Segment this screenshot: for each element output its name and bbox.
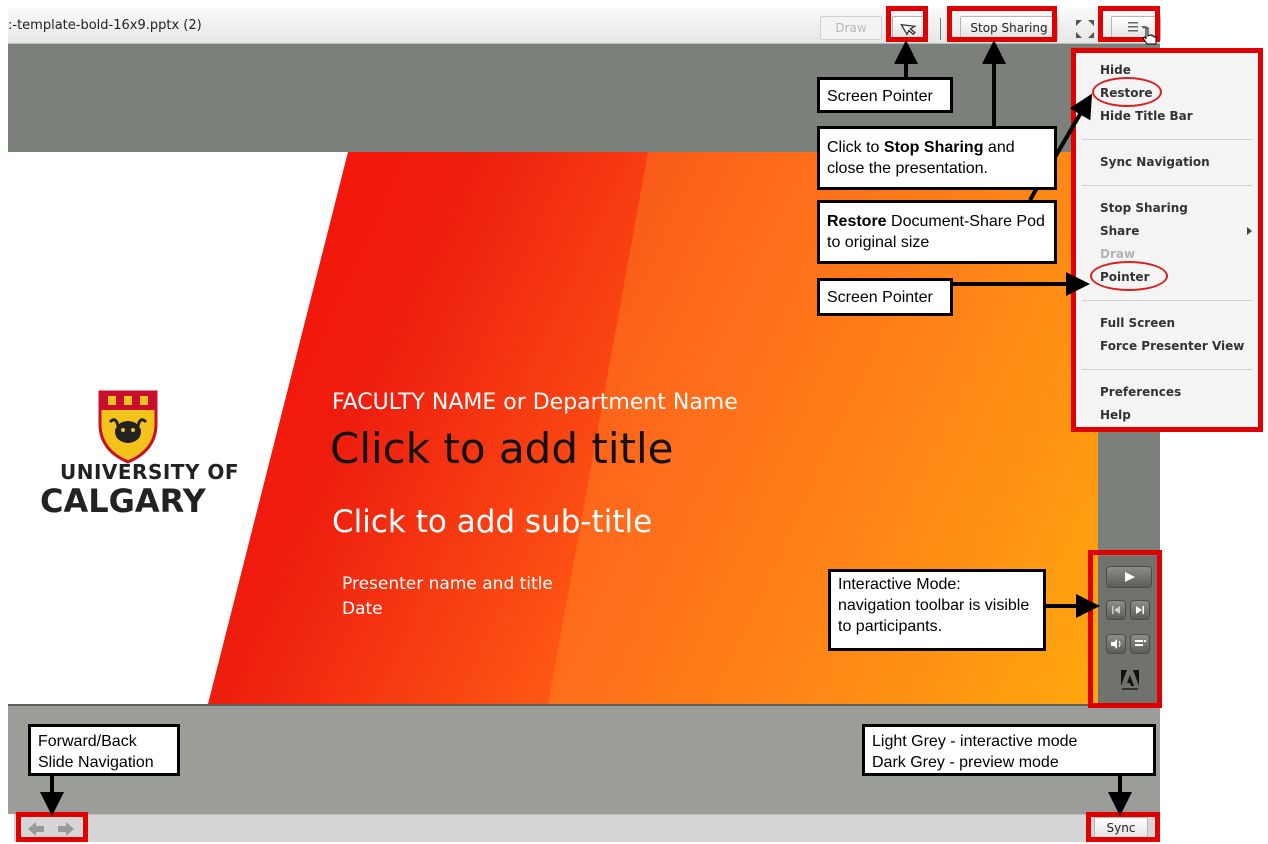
callout-grey-line2: Dark Grey - preview mode — [872, 754, 1059, 771]
menu-item-hide-title-bar[interactable]: Hide Title Bar — [1100, 109, 1193, 123]
slide-date: Date — [342, 599, 383, 619]
callout-grey-line1: Light Grey - interactive mode — [872, 733, 1078, 750]
pod-bottom-bar — [14, 814, 1160, 842]
menu-item-stop-sharing[interactable]: Stop Sharing — [1100, 201, 1188, 215]
menu-item-full-screen[interactable]: Full Screen — [1100, 316, 1175, 330]
slide-presenter: Presenter name and title — [342, 574, 553, 594]
document-title: :-template-bold-16x9.pptx (2) — [8, 18, 202, 33]
callout-stop-pre: Click to — [827, 139, 884, 156]
menu-separator — [1082, 369, 1252, 370]
menu-separator — [1082, 139, 1252, 140]
fullscreen-icon[interactable] — [1074, 18, 1096, 40]
menu-item-draw: Draw — [1100, 247, 1136, 261]
menu-item-hide[interactable]: Hide — [1100, 63, 1131, 77]
menu-item-force-presenter-view[interactable]: Force Presenter View — [1100, 339, 1244, 353]
callout-forward-back: Forward/Back Slide Navigation — [28, 724, 180, 776]
callout-grey-modes: Light Grey - interactive mode Dark Grey … — [862, 724, 1156, 776]
menu-separator — [1082, 300, 1252, 301]
callout-screen-pointer-mid: Screen Pointer — [817, 278, 953, 316]
callout-interactive-mode: Interactive Mode: navigation toolbar is … — [828, 569, 1046, 651]
submenu-arrow-icon — [1247, 227, 1252, 235]
university-crest-logo — [98, 390, 158, 464]
menu-item-sync-navigation[interactable]: Sync Navigation — [1100, 155, 1210, 169]
sync-button-highlight — [1086, 812, 1160, 842]
university-name-line1: UNIVERSITY OF — [60, 460, 240, 484]
stop-sharing-highlight — [947, 6, 1057, 42]
callout-restore: Restore Document-Share Pod to original s… — [817, 200, 1057, 264]
callout-screen-pointer-top: Screen Pointer — [817, 77, 953, 113]
slide-subtitle: Click to add sub-title — [332, 504, 653, 540]
menu-item-help[interactable]: Help — [1100, 408, 1131, 422]
university-name-line2: CALGARY — [40, 482, 206, 520]
draw-button[interactable]: Draw — [820, 16, 882, 40]
slide-presenter-block: Presenter name and title Date — [342, 572, 553, 622]
hand-cursor-icon — [1142, 27, 1157, 45]
slide-title: Click to add title — [330, 424, 674, 473]
pointer-button-highlight — [886, 6, 928, 42]
callout-stop-sharing: Click to Stop Sharing and close the pres… — [817, 126, 1057, 190]
pod-options-menu: Hide Restore Hide Title Bar Sync Navigat… — [1071, 48, 1263, 432]
menu-item-share[interactable]: Share — [1100, 224, 1139, 238]
nav-arrows-highlight — [16, 812, 88, 842]
restore-highlight-oval — [1092, 77, 1162, 107]
menu-item-preferences[interactable]: Preferences — [1100, 385, 1181, 399]
slide-faculty-text: FACULTY NAME or Department Name — [332, 390, 738, 415]
callout-restore-bold: Restore — [827, 213, 887, 230]
menu-separator — [1082, 185, 1252, 186]
toolbar-divider — [940, 18, 941, 40]
pointer-highlight-oval — [1090, 261, 1168, 291]
callout-stop-bold: Stop Sharing — [883, 139, 984, 156]
navigation-toolbar-highlight — [1088, 550, 1162, 708]
